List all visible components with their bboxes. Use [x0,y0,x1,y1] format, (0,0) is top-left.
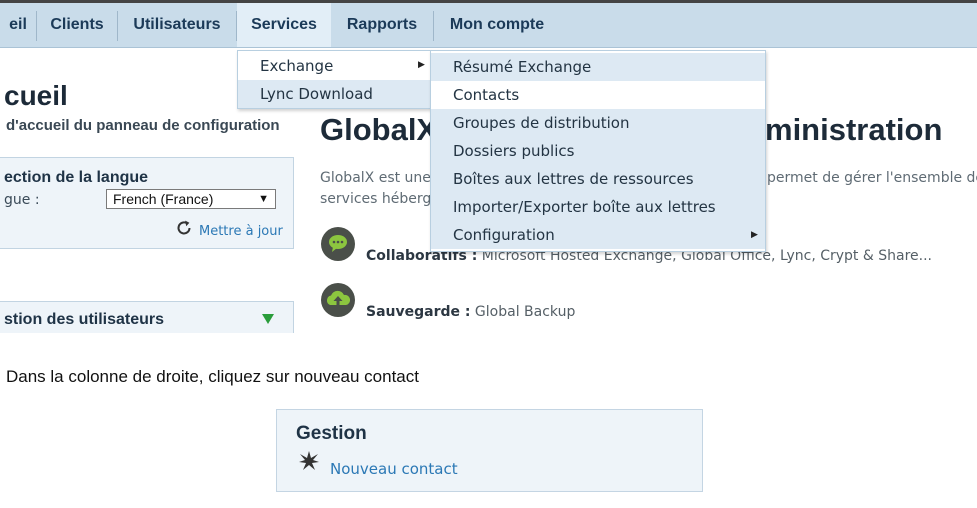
services-dropdown: Exchange ▶ Lync Download [237,50,431,109]
expand-triangle-icon[interactable] [262,314,274,324]
nav-item-services[interactable]: Services [237,3,331,47]
menu-item-dossiers-publics[interactable]: Dossiers publics [431,137,765,165]
main-title-right: ministration [765,112,943,147]
update-language-link[interactable]: Mettre à jour [199,224,283,239]
new-contact-link[interactable]: Nouveau contact [330,460,458,478]
menu-item-contacts[interactable]: Contacts [431,81,765,109]
language-select[interactable]: French (France) ▼ [106,189,276,209]
description-line1-left: GlobalX est une [320,170,431,186]
nav-item-utilisateurs[interactable]: Utilisateurs [118,3,236,47]
menu-item-importer-exporter[interactable]: Importer/Exporter boîte aux lettres [431,193,765,221]
feature-text: Global Backup [470,304,576,320]
nav-item-accueil[interactable]: eil [0,3,36,47]
new-star-icon [299,451,319,470]
nav-item-clients[interactable]: Clients [37,3,117,47]
menu-item-groupes-distribution[interactable]: Groupes de distribution [431,109,765,137]
feature-sauvegarde: Sauvegarde : Global Backup [366,304,575,320]
nav-item-mon-compte[interactable]: Mon compte [434,3,560,47]
feature-label: Sauvegarde : [366,304,471,320]
description-line1-right: permet de gérer l'ensemble de [767,170,977,186]
language-label: gue : [4,192,40,208]
main-title-left: GlobalX [320,112,438,147]
gestion-title: Gestion [296,423,367,444]
menu-item-exchange[interactable]: Exchange [238,52,430,80]
page-title: cueil [4,80,68,111]
refresh-icon[interactable] [175,219,193,237]
menu-item-resume-exchange[interactable]: Résumé Exchange [431,53,765,81]
description-line2-left: services héberg [320,191,432,207]
chevron-right-icon: ▶ [418,60,425,70]
page-subtitle: d'accueil du panneau de configuration [6,117,280,134]
chevron-down-icon: ▼ [258,193,269,205]
instruction-text: Dans la colonne de droite, cliquez sur n… [6,367,419,386]
menu-item-lync-download[interactable]: Lync Download [238,80,430,108]
cloud-upload-icon [321,283,355,317]
menu-item-configuration[interactable]: Configuration [431,221,765,249]
users-panel-title: stion des utilisateurs [4,311,165,328]
chat-bubble-icon [321,227,355,261]
exchange-submenu: Résumé Exchange Contacts Groupes de dist… [430,50,766,252]
gestion-panel: Gestion Nouveau contact [276,409,703,492]
menu-item-boites-ressources[interactable]: Boîtes aux lettres de ressources [431,165,765,193]
nav-item-rapports[interactable]: Rapports [331,3,433,47]
chevron-right-icon: ▶ [751,230,758,240]
top-navbar: eil Clients Utilisateurs Services Rappor… [0,3,977,48]
language-panel-title: ection de la langue [4,169,149,186]
language-select-value: French (France) [113,191,214,207]
